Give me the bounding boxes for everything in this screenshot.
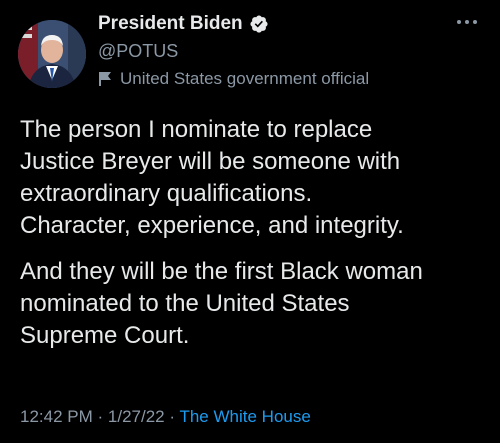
tweet-source-link[interactable]: The White House [179,407,310,426]
meta-separator: · [97,407,104,426]
avatar-image [18,20,86,88]
tweet-date[interactable]: 1/27/22 [108,407,165,426]
government-label: United States government official [98,68,369,90]
tweet-paragraph: The person I nominate to replace Justice… [20,114,490,242]
avatar[interactable] [18,20,86,88]
meta-separator: · [169,407,176,426]
tweet-line: extraordinary qualifications. [20,180,313,207]
tweet-meta: 12:42 PM · 1/27/22 · The White House [20,406,311,428]
author-handle[interactable]: @POTUS [98,40,178,62]
tweet-line: Character, experience, and integrity. [20,212,404,239]
author-display-name[interactable]: President Biden [98,12,243,36]
tweet-line: Supreme Court. [20,322,190,349]
more-options-button[interactable] [454,12,480,32]
tweet-card: President Biden @POTUS United States gov… [0,0,500,443]
verified-badge-icon [250,15,268,33]
more-horizontal-icon [457,20,477,24]
tweet-paragraph: And they will be the first Black woman n… [20,256,490,352]
government-label-text: United States government official [120,69,370,88]
tweet-line: And they will be the first Black woman [20,258,423,285]
tweet-line: The person I nominate to replace [20,116,373,143]
tweet-time[interactable]: 12:42 PM [20,407,93,426]
flag-icon [99,72,111,86]
tweet-line: Justice Breyer will be someone with [20,148,401,175]
author-name-row[interactable]: President Biden [98,12,269,36]
tweet-text: The person I nominate to replace Justice… [20,114,490,366]
tweet-line: nominated to the United States [20,290,350,317]
